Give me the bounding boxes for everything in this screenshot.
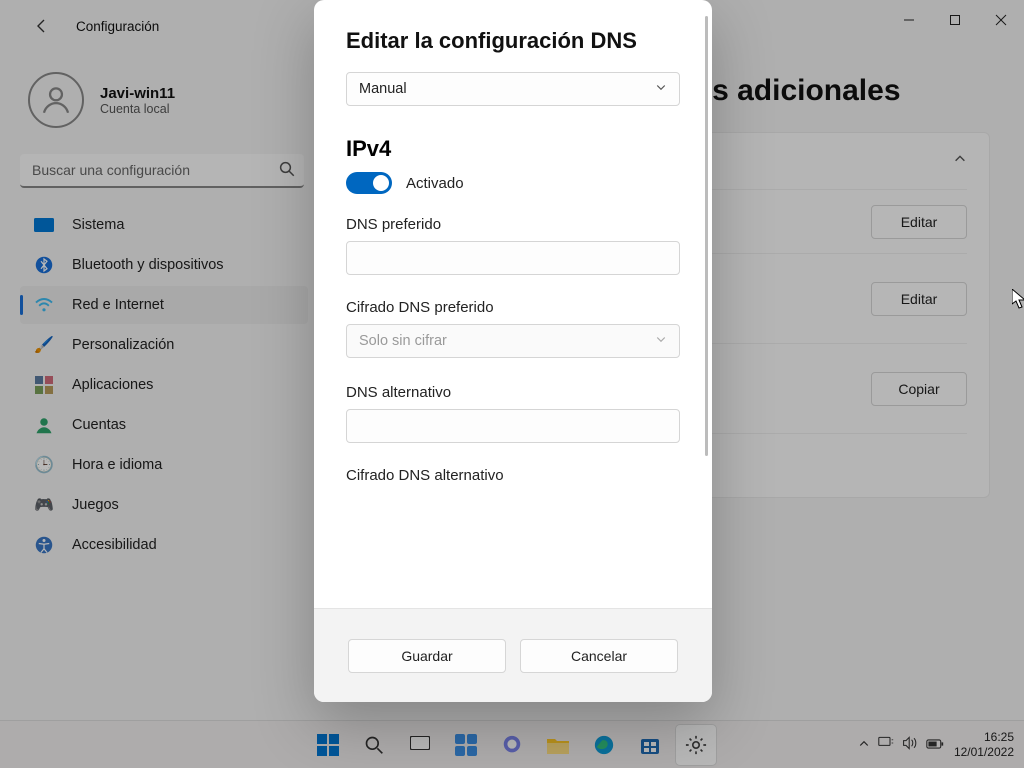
alt-dns-label: DNS alternativo [346,384,680,401]
preferred-dns-input[interactable] [346,241,680,275]
dns-settings-modal: Editar la configuración DNS Manual IPv4 … [314,0,712,702]
alt-enc-label: Cifrado DNS alternativo [346,467,680,484]
dns-mode-select[interactable]: Manual [346,72,680,106]
modal-scrollbar[interactable] [705,16,708,456]
modal-body: Editar la configuración DNS Manual IPv4 … [314,0,712,608]
select-value: Solo sin cifrar [359,333,447,349]
preferred-dns-label: DNS preferido [346,216,680,233]
modal-footer: Guardar Cancelar [314,608,712,702]
save-button[interactable]: Guardar [348,639,506,673]
preferred-enc-select[interactable]: Solo sin cifrar [346,324,680,358]
ipv4-heading: IPv4 [346,136,680,162]
toggle-label: Activado [406,175,464,192]
alt-dns-input[interactable] [346,409,680,443]
cancel-button[interactable]: Cancelar [520,639,678,673]
ipv4-toggle[interactable] [346,172,392,194]
chevron-down-icon [655,81,667,97]
preferred-enc-label: Cifrado DNS preferido [346,299,680,316]
modal-title: Editar la configuración DNS [346,28,680,54]
chevron-down-icon [655,333,667,349]
select-value: Manual [359,81,407,97]
